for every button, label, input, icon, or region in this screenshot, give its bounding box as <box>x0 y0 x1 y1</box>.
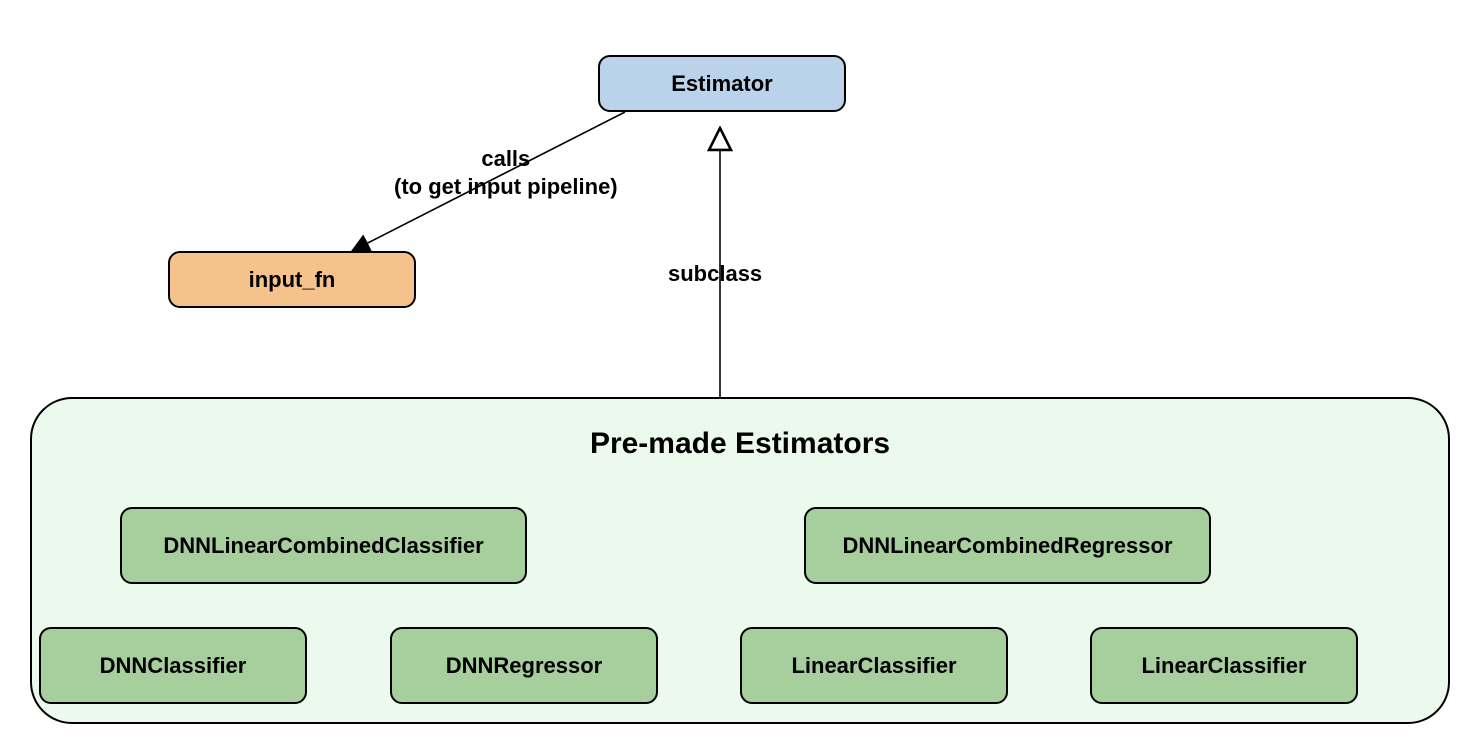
node-linear-classifier-2-label: LinearClassifier <box>1141 653 1306 679</box>
node-input-fn: input_fn <box>168 251 416 308</box>
container-premade-title: Pre-made Estimators <box>32 427 1448 461</box>
node-estimator-label: Estimator <box>671 71 772 97</box>
node-dnn-linear-combined-regressor: DNNLinearCombinedRegressor <box>804 507 1211 584</box>
node-dnn-regressor: DNNRegressor <box>390 627 658 704</box>
node-dnn-classifier: DNNClassifier <box>39 627 307 704</box>
node-dnn-linear-combined-classifier-label: DNNLinearCombinedClassifier <box>163 533 483 559</box>
node-dnn-classifier-label: DNNClassifier <box>100 653 247 679</box>
edge-label-subclass: subclass <box>668 260 762 288</box>
node-linear-classifier-1-label: LinearClassifier <box>791 653 956 679</box>
node-dnn-linear-combined-regressor-label: DNNLinearCombinedRegressor <box>842 533 1172 559</box>
node-estimator: Estimator <box>598 55 846 112</box>
node-input-fn-label: input_fn <box>249 267 336 293</box>
node-dnn-linear-combined-classifier: DNNLinearCombinedClassifier <box>120 507 527 584</box>
node-dnn-regressor-label: DNNRegressor <box>446 653 603 679</box>
edge-label-calls: calls (to get input pipeline) <box>394 145 618 200</box>
node-linear-classifier-1: LinearClassifier <box>740 627 1008 704</box>
node-linear-classifier-2: LinearClassifier <box>1090 627 1358 704</box>
